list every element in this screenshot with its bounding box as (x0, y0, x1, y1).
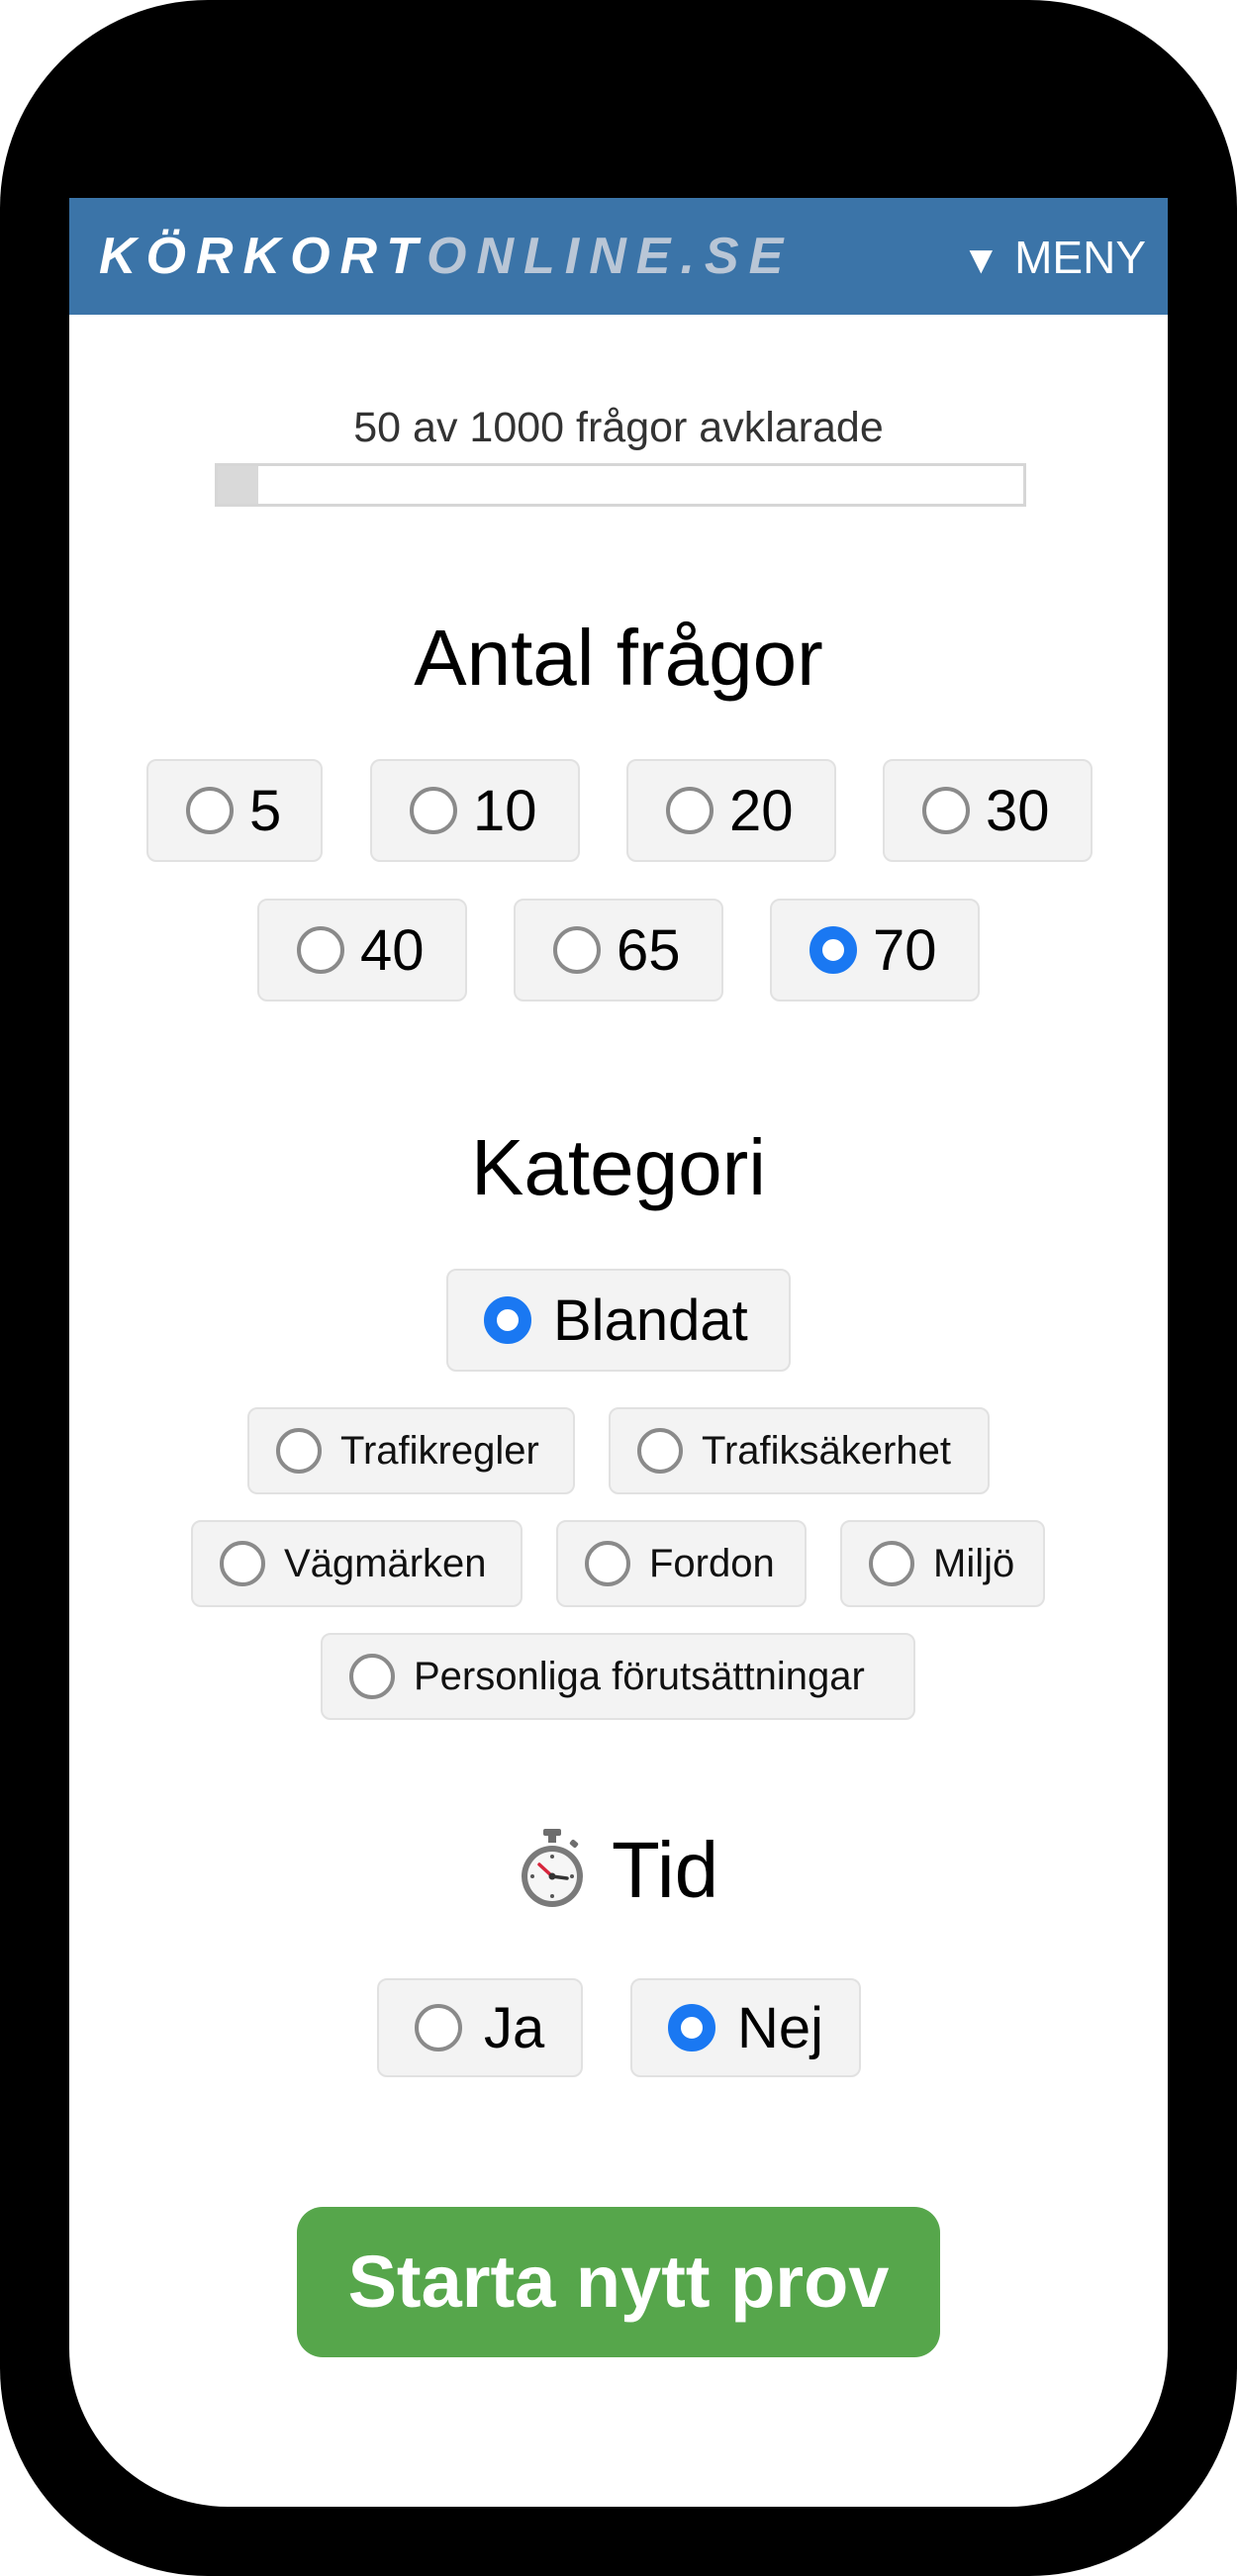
question-count-option-70[interactable]: 70 (770, 899, 980, 1002)
logo-part-1: KÖRKORT (99, 228, 427, 285)
progress-text: 50 av 1000 frågor avklarade (353, 404, 884, 451)
option-label: 40 (360, 917, 425, 983)
radio-icon (220, 1541, 265, 1586)
radio-icon (553, 926, 601, 974)
category-option-blandat[interactable]: Blandat (446, 1269, 791, 1372)
category-option-trafiksakerhet[interactable]: Trafiksäkerhet (609, 1407, 990, 1494)
time-option-nej[interactable]: Nej (630, 1978, 861, 2077)
category-option-trafikregler[interactable]: Trafikregler (247, 1407, 575, 1494)
option-label: Nej (737, 1995, 824, 2060)
time-title: Tid (612, 1826, 719, 1914)
option-label: 65 (617, 917, 681, 983)
category-option-miljo[interactable]: Miljö (840, 1520, 1045, 1607)
question-count-option-40[interactable]: 40 (257, 899, 467, 1002)
radio-icon (276, 1428, 322, 1474)
question-count-option-65[interactable]: 65 (514, 899, 723, 1002)
triangle-down-icon: ▼ (961, 239, 1001, 282)
top-header: KÖRKORTONLINE.SE ▼ MENY (69, 198, 1168, 315)
category-title: Kategori (471, 1123, 766, 1211)
radio-icon (666, 787, 714, 834)
option-label: 70 (873, 917, 937, 983)
radio-icon (585, 1541, 630, 1586)
question-count-option-10[interactable]: 10 (370, 759, 580, 862)
radio-icon (349, 1654, 395, 1699)
radio-icon (869, 1541, 914, 1586)
menu-button[interactable]: ▼ MENY (962, 228, 1147, 287)
stopwatch-icon (522, 1829, 583, 1907)
app-screen: KÖRKORTONLINE.SE ▼ MENY 50 av 1000 frågor… (69, 198, 1168, 2507)
logo-part-2: ONLINE.SE (427, 228, 794, 285)
question-count-option-5[interactable]: 5 (146, 759, 323, 862)
option-label: 30 (986, 778, 1050, 843)
progress-fill (218, 466, 258, 504)
radio-icon (484, 1296, 531, 1344)
option-label: Miljö (933, 1541, 1015, 1585)
start-new-test-button[interactable]: Starta nytt prov (297, 2207, 940, 2357)
radio-icon (668, 2004, 715, 2051)
progress-bar (215, 463, 1026, 507)
radio-icon (922, 787, 970, 834)
menu-label: MENY (1014, 232, 1146, 283)
radio-icon (410, 787, 457, 834)
category-option-vagmarken[interactable]: Vägmärken (191, 1520, 523, 1607)
option-label: Vägmärken (284, 1541, 487, 1585)
option-label: Trafikregler (340, 1428, 539, 1473)
option-label: Ja (484, 1995, 545, 2060)
option-label: 20 (729, 778, 794, 843)
category-option-personliga-forutsattningar[interactable]: Personliga förutsättningar (321, 1633, 915, 1720)
radio-icon (186, 787, 234, 834)
phone-frame: KÖRKORTONLINE.SE ▼ MENY 50 av 1000 frågor… (0, 0, 1237, 2576)
radio-icon (637, 1428, 683, 1474)
radio-icon (297, 926, 344, 974)
question-count-title: Antal frågor (414, 614, 823, 702)
question-count-option-20[interactable]: 20 (626, 759, 836, 862)
option-label: 5 (249, 778, 282, 843)
option-label: Fordon (649, 1541, 775, 1585)
time-option-ja[interactable]: Ja (377, 1978, 583, 2077)
category-option-fordon[interactable]: Fordon (556, 1520, 807, 1607)
option-label: Personliga förutsättningar (414, 1654, 865, 1698)
question-count-option-30[interactable]: 30 (883, 759, 1093, 862)
option-label: Trafiksäkerhet (702, 1428, 951, 1473)
radio-icon (809, 926, 857, 974)
option-label: Blandat (553, 1288, 748, 1353)
radio-icon (415, 2004, 462, 2051)
option-label: 10 (473, 778, 537, 843)
site-logo[interactable]: KÖRKORTONLINE.SE (99, 224, 793, 289)
